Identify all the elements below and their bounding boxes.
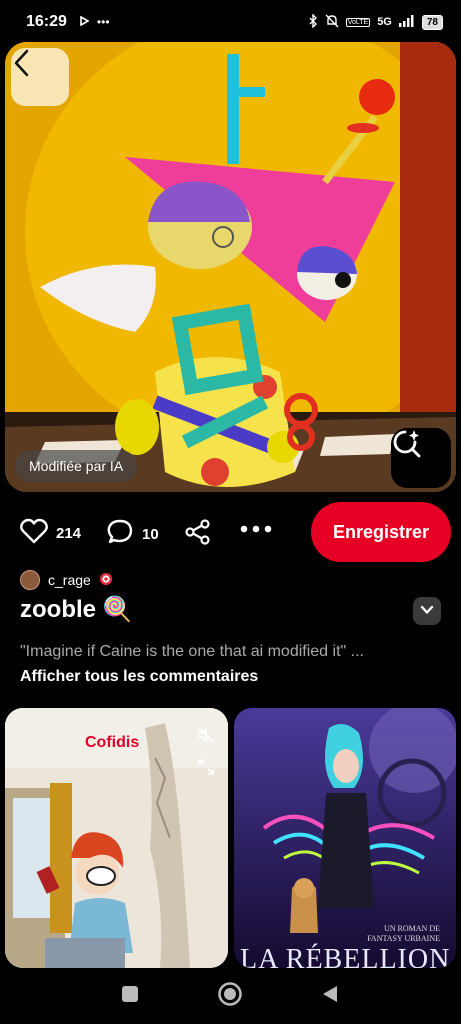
system-nav-bar	[0, 968, 461, 1024]
pin-description[interactable]: "Imagine if Caine is the one that ai mod…	[20, 643, 364, 661]
book-title: LA RÉBELLION	[240, 944, 451, 968]
pin-actions: 214 10 Enregistrer	[0, 500, 461, 562]
author-row[interactable]: c_rage	[20, 570, 113, 590]
more-icon: •••	[96, 15, 110, 29]
pin-title: zooble	[20, 595, 96, 623]
related-pin-card[interactable]: Cofidis	[5, 708, 228, 968]
author-name[interactable]: c_rage	[48, 572, 91, 588]
save-button[interactable]: Enregistrer	[311, 502, 451, 562]
more-horizontal-icon	[240, 520, 272, 537]
visual-search-button[interactable]	[391, 428, 451, 488]
mute-icon[interactable]	[195, 724, 217, 746]
pin-image[interactable]: Modifiée par IA	[5, 42, 456, 492]
signal-icon	[398, 14, 415, 30]
book-subtitle-line2: FANTASY URBAINE	[367, 934, 440, 943]
volte-icon: VoLTE	[345, 17, 371, 27]
mute-icon	[325, 14, 339, 31]
square-icon	[121, 985, 139, 1008]
pin-illustration	[5, 42, 456, 492]
target-badge-icon	[99, 572, 113, 589]
back-button[interactable]	[11, 48, 69, 106]
expand-details-button[interactable]	[413, 597, 441, 625]
status-bar: 16:29 ••• VoLTE 5G 78	[0, 0, 461, 44]
status-time: 16:29	[26, 13, 67, 30]
like-count: 214	[56, 524, 82, 542]
pin-title-row: zooble 🍭	[20, 595, 132, 624]
fullscreen-icon[interactable]	[195, 756, 217, 778]
share-button[interactable]	[184, 518, 212, 550]
circle-icon	[217, 981, 243, 1012]
home-button[interactable]	[216, 981, 244, 1012]
network-label: 5G	[377, 16, 392, 28]
triangle-back-icon	[321, 984, 339, 1009]
heart-icon	[20, 518, 48, 548]
chevron-down-icon	[420, 602, 434, 620]
like-button[interactable]: 214	[20, 518, 81, 548]
cofidis-logo: Cofidis	[85, 734, 140, 751]
ai-modified-badge[interactable]: Modifiée par IA	[15, 450, 138, 482]
play-icon	[79, 15, 90, 29]
show-all-comments-link[interactable]: Afficher tous les commentaires	[20, 668, 258, 686]
battery-icon: 78	[421, 14, 443, 30]
back-nav-button[interactable]	[316, 982, 344, 1010]
share-icon	[184, 518, 212, 550]
comment-icon	[106, 518, 134, 550]
related-pin-card[interactable]: UN ROMAN DE FANTASY URBAINE LA RÉBELLION	[234, 708, 456, 968]
more-options-button[interactable]	[240, 520, 272, 537]
avatar[interactable]	[20, 570, 40, 590]
comment-button[interactable]: 10	[106, 518, 159, 550]
comment-count: 10	[142, 525, 159, 543]
lollipop-emoji: 🍭	[102, 596, 132, 623]
book-subtitle-line1: UN ROMAN DE	[384, 924, 440, 933]
recents-button[interactable]	[116, 982, 144, 1010]
bluetooth-icon	[308, 12, 318, 31]
